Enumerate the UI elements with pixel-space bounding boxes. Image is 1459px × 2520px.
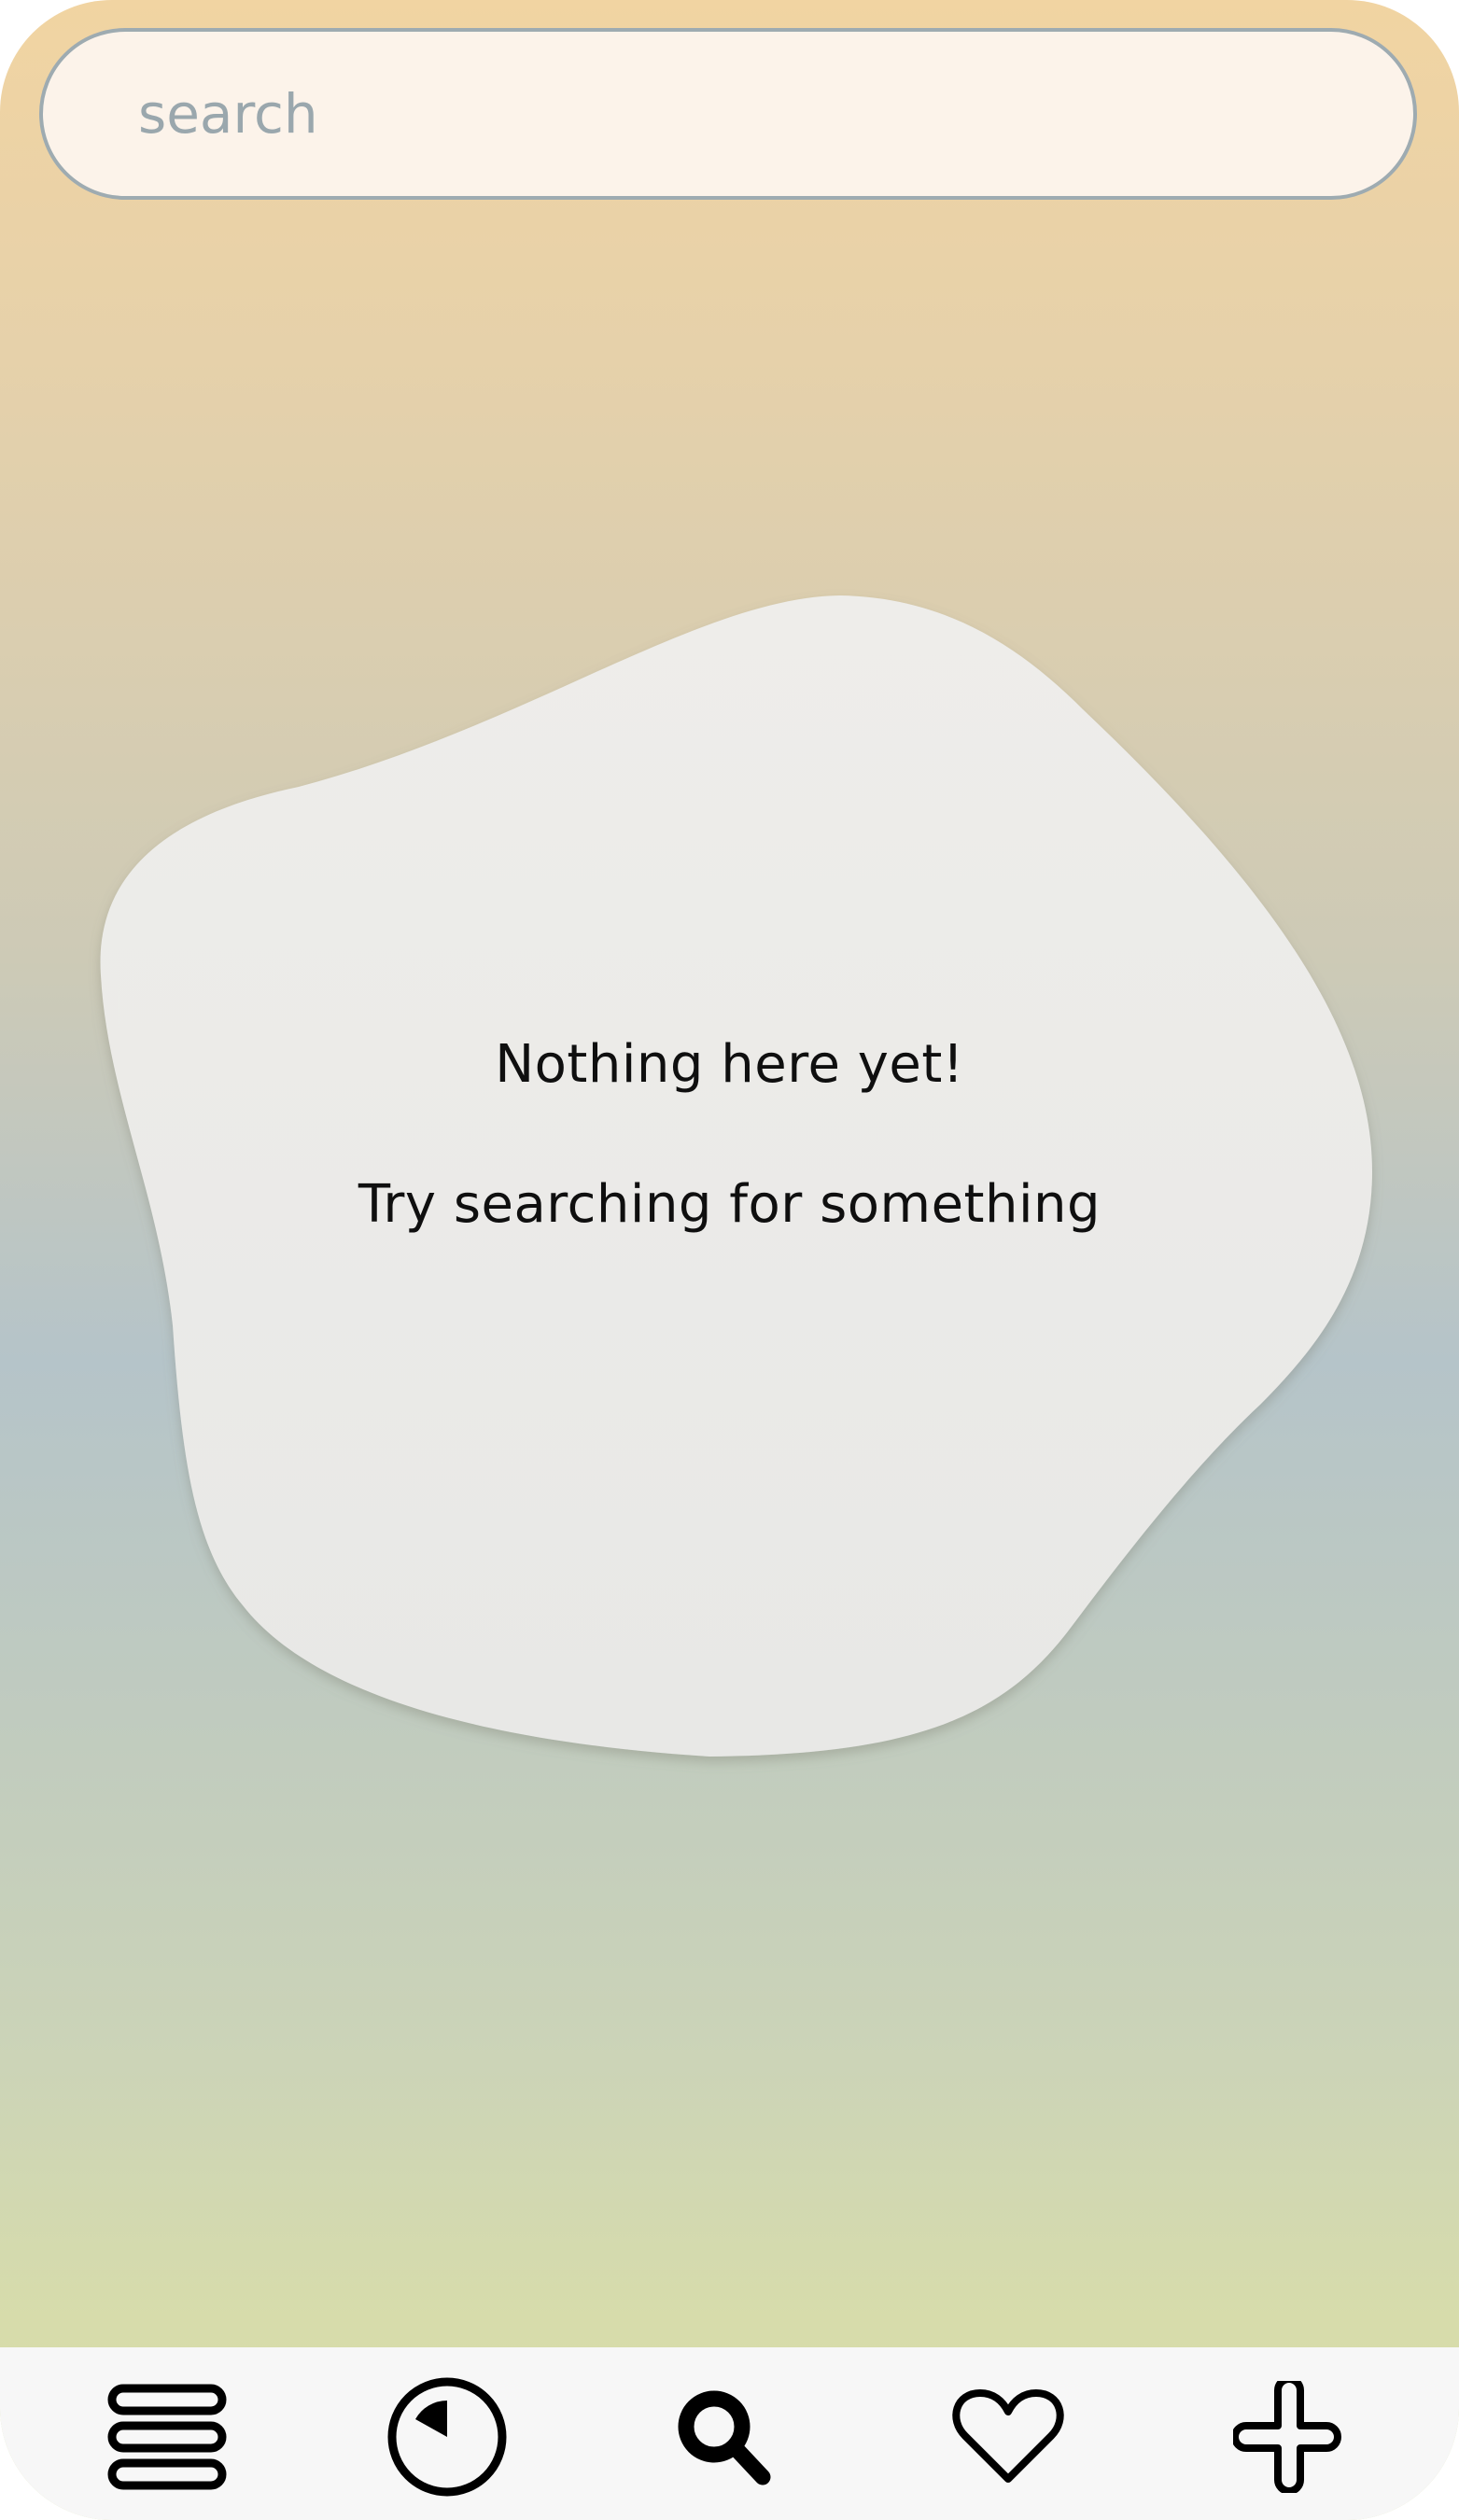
nav-search-button[interactable] <box>654 2367 794 2507</box>
plus-icon <box>1233 2381 1341 2493</box>
empty-state-blob <box>100 595 1372 1757</box>
menu-icon <box>107 2384 227 2490</box>
search-icon <box>678 2390 771 2485</box>
nav-add-button[interactable] <box>1219 2367 1359 2507</box>
empty-state-subtitle: Try searching for something <box>358 1174 1101 1235</box>
nav-favorites-button[interactable] <box>938 2367 1078 2507</box>
app-screen: Nothing here yet! Try searching for some… <box>0 0 1459 2520</box>
nav-menu-button[interactable] <box>97 2367 237 2507</box>
empty-state-title: Nothing here yet! <box>495 1034 964 1095</box>
nav-history-button[interactable] <box>377 2367 517 2507</box>
clock-icon <box>387 2377 507 2497</box>
heart-icon <box>952 2389 1064 2483</box>
